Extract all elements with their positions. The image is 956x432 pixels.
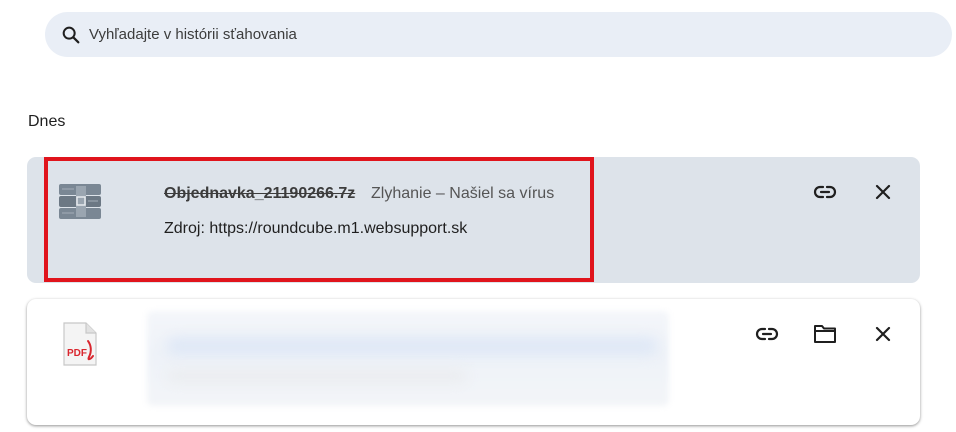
download-item-pdf: PDF xyxy=(27,299,920,425)
copy-link-icon xyxy=(813,180,837,209)
close-icon xyxy=(873,324,893,349)
search-bar[interactable]: Vyhľadajte v histórii sťahovania xyxy=(45,12,952,57)
section-title-today: Dnes xyxy=(28,113,66,130)
search-icon xyxy=(60,24,82,46)
remove-button[interactable] xyxy=(866,319,900,353)
copy-link-button[interactable] xyxy=(750,319,784,353)
show-in-folder-button[interactable] xyxy=(808,319,842,353)
pdf-label: PDF xyxy=(67,348,87,359)
archive-icon xyxy=(58,183,102,226)
copy-link-button[interactable] xyxy=(808,177,842,211)
folder-icon xyxy=(813,323,837,350)
blurred-file-name xyxy=(167,337,657,355)
close-icon xyxy=(873,182,893,207)
blurred-source xyxy=(167,369,467,383)
remove-button[interactable] xyxy=(866,177,900,211)
pdf-file-icon: PDF xyxy=(62,321,98,372)
download-source: Zdroj: https://roundcube.m1.websupport.s… xyxy=(164,220,468,237)
download-status: Zlyhanie – Našiel sa vírus xyxy=(371,185,555,202)
search-input[interactable]: Vyhľadajte v histórii sťahovania xyxy=(89,26,297,43)
file-name[interactable]: Objednavka_21190266.7z xyxy=(164,185,355,203)
download-item-failed: Objednavka_21190266.7z Zlyhanie – Našiel… xyxy=(27,157,920,283)
copy-link-icon xyxy=(755,322,779,351)
blurred-details xyxy=(147,311,669,406)
